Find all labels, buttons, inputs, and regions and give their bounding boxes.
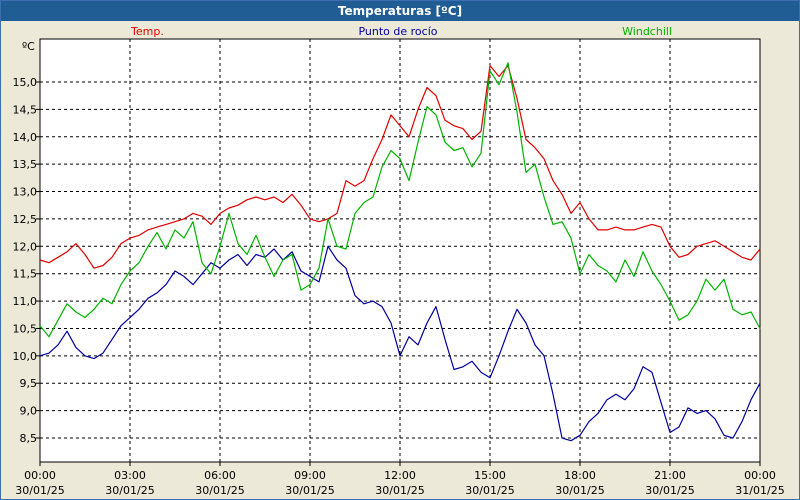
- x-axis-ticks: 00:00 30/01/25 03:00 30/01/25 06:00 30/01/25 0…: [15, 462, 785, 497]
- x-tick-time-label: 03:00: [114, 469, 146, 482]
- temperature-chart: 8,5 9,0 9,5 10,0 10,5 11,0 11,5 12,0 12,5 13,0 13,…: [13, 25, 785, 497]
- y-tick-label: 8,5: [20, 432, 38, 445]
- y-tick-label: 10,5: [13, 322, 38, 335]
- y-axis-unit: ºC: [22, 40, 35, 53]
- legend-item: Punto de rocío: [358, 25, 437, 38]
- y-tick-label: 11,5: [13, 268, 38, 281]
- y-tick-label: 12,0: [13, 240, 38, 253]
- x-tick-date-label: 30/01/25: [465, 484, 514, 497]
- legend-item: Windchill: [622, 25, 672, 38]
- x-tick-date-label: 31/01/25: [735, 484, 784, 497]
- y-tick-label: 9,0: [20, 405, 38, 418]
- x-tick-time-label: 00:00: [744, 469, 776, 482]
- x-tick-date-label: 30/01/25: [105, 484, 154, 497]
- y-tick-label: 15,0: [13, 76, 38, 89]
- y-axis-ticks: 8,5 9,0 9,5 10,0 10,5 11,0 11,5 12,0 12,5 13,0 13,…: [13, 76, 40, 445]
- x-tick-time-label: 12:00: [384, 469, 416, 482]
- legend-item: Temp.: [130, 25, 164, 38]
- x-tick-time-label: 09:00: [294, 469, 326, 482]
- y-tick-label: 12,5: [13, 213, 38, 226]
- y-tick-label: 14,5: [13, 103, 38, 116]
- x-tick-date-label: 30/01/25: [15, 484, 64, 497]
- x-tick-date-label: 30/01/25: [285, 484, 334, 497]
- x-tick-time-label: 21:00: [654, 469, 686, 482]
- y-tick-label: 10,0: [13, 350, 38, 363]
- x-tick-time-label: 15:00: [474, 469, 506, 482]
- y-tick-label: 13,0: [13, 186, 38, 199]
- x-tick-date-label: 30/01/25: [555, 484, 604, 497]
- y-tick-label: 11,0: [13, 295, 38, 308]
- y-tick-label: 9,5: [20, 377, 38, 390]
- x-tick-time-label: 18:00: [564, 469, 596, 482]
- x-tick-time-label: 06:00: [204, 469, 236, 482]
- x-tick-date-label: 30/01/25: [195, 484, 244, 497]
- x-tick-time-label: 00:00: [24, 469, 56, 482]
- x-tick-date-label: 30/01/25: [375, 484, 424, 497]
- legend: Temp. Punto de rocío Windchill: [130, 25, 672, 38]
- x-tick-date-label: 30/01/25: [645, 484, 694, 497]
- y-tick-label: 13,5: [13, 158, 38, 171]
- y-tick-label: 14,0: [13, 131, 38, 144]
